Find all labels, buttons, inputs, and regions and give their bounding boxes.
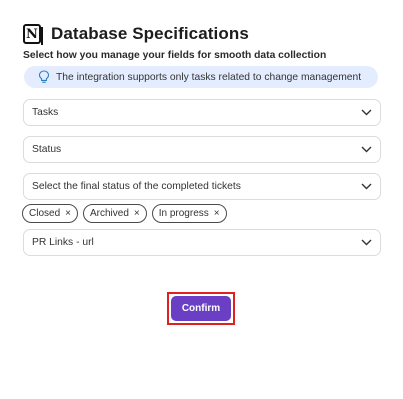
info-banner: The integration supports only tasks rela… <box>24 66 378 88</box>
database-specifications-panel: N Database Specifications Select how you… <box>0 0 403 399</box>
remove-chip-icon[interactable]: × <box>134 208 140 219</box>
status-select-value: Status <box>32 144 62 155</box>
notion-logo-icon: N <box>23 24 43 45</box>
tasks-select[interactable]: Tasks <box>23 99 381 126</box>
page-subtitle: Select how you manage your fields for sm… <box>23 50 327 61</box>
chevron-down-icon <box>361 109 372 116</box>
chip-in-progress: In progress × <box>151 204 227 223</box>
chevron-down-icon <box>361 183 372 190</box>
pr-links-select[interactable]: PR Links - url <box>23 229 381 256</box>
info-text: The integration supports only tasks rela… <box>56 71 362 83</box>
chip-label: In progress <box>158 208 209 219</box>
lightbulb-icon <box>38 70 50 83</box>
remove-chip-icon[interactable]: × <box>214 208 220 219</box>
final-status-select-placeholder: Select the final status of the completed… <box>32 181 241 192</box>
chip-label: Archived <box>89 208 129 219</box>
page-title: Database Specifications <box>51 24 249 43</box>
chip-closed: Closed × <box>22 204 78 223</box>
remove-chip-icon[interactable]: × <box>65 208 71 219</box>
pr-links-select-value: PR Links - url <box>32 237 94 248</box>
tasks-select-value: Tasks <box>32 107 59 118</box>
confirm-highlight-box: Confirm <box>167 292 235 325</box>
chip-archived: Archived × <box>82 204 147 223</box>
chip-label: Closed <box>29 208 61 219</box>
confirm-button[interactable]: Confirm <box>171 296 231 321</box>
final-status-select[interactable]: Select the final status of the completed… <box>23 173 381 200</box>
chevron-down-icon <box>361 239 372 246</box>
selected-status-chips: Closed × Archived × In progress × <box>22 204 227 223</box>
status-select[interactable]: Status <box>23 136 381 163</box>
header: N Database Specifications <box>23 24 249 45</box>
notion-logo-letter: N <box>26 26 38 42</box>
chevron-down-icon <box>361 146 372 153</box>
